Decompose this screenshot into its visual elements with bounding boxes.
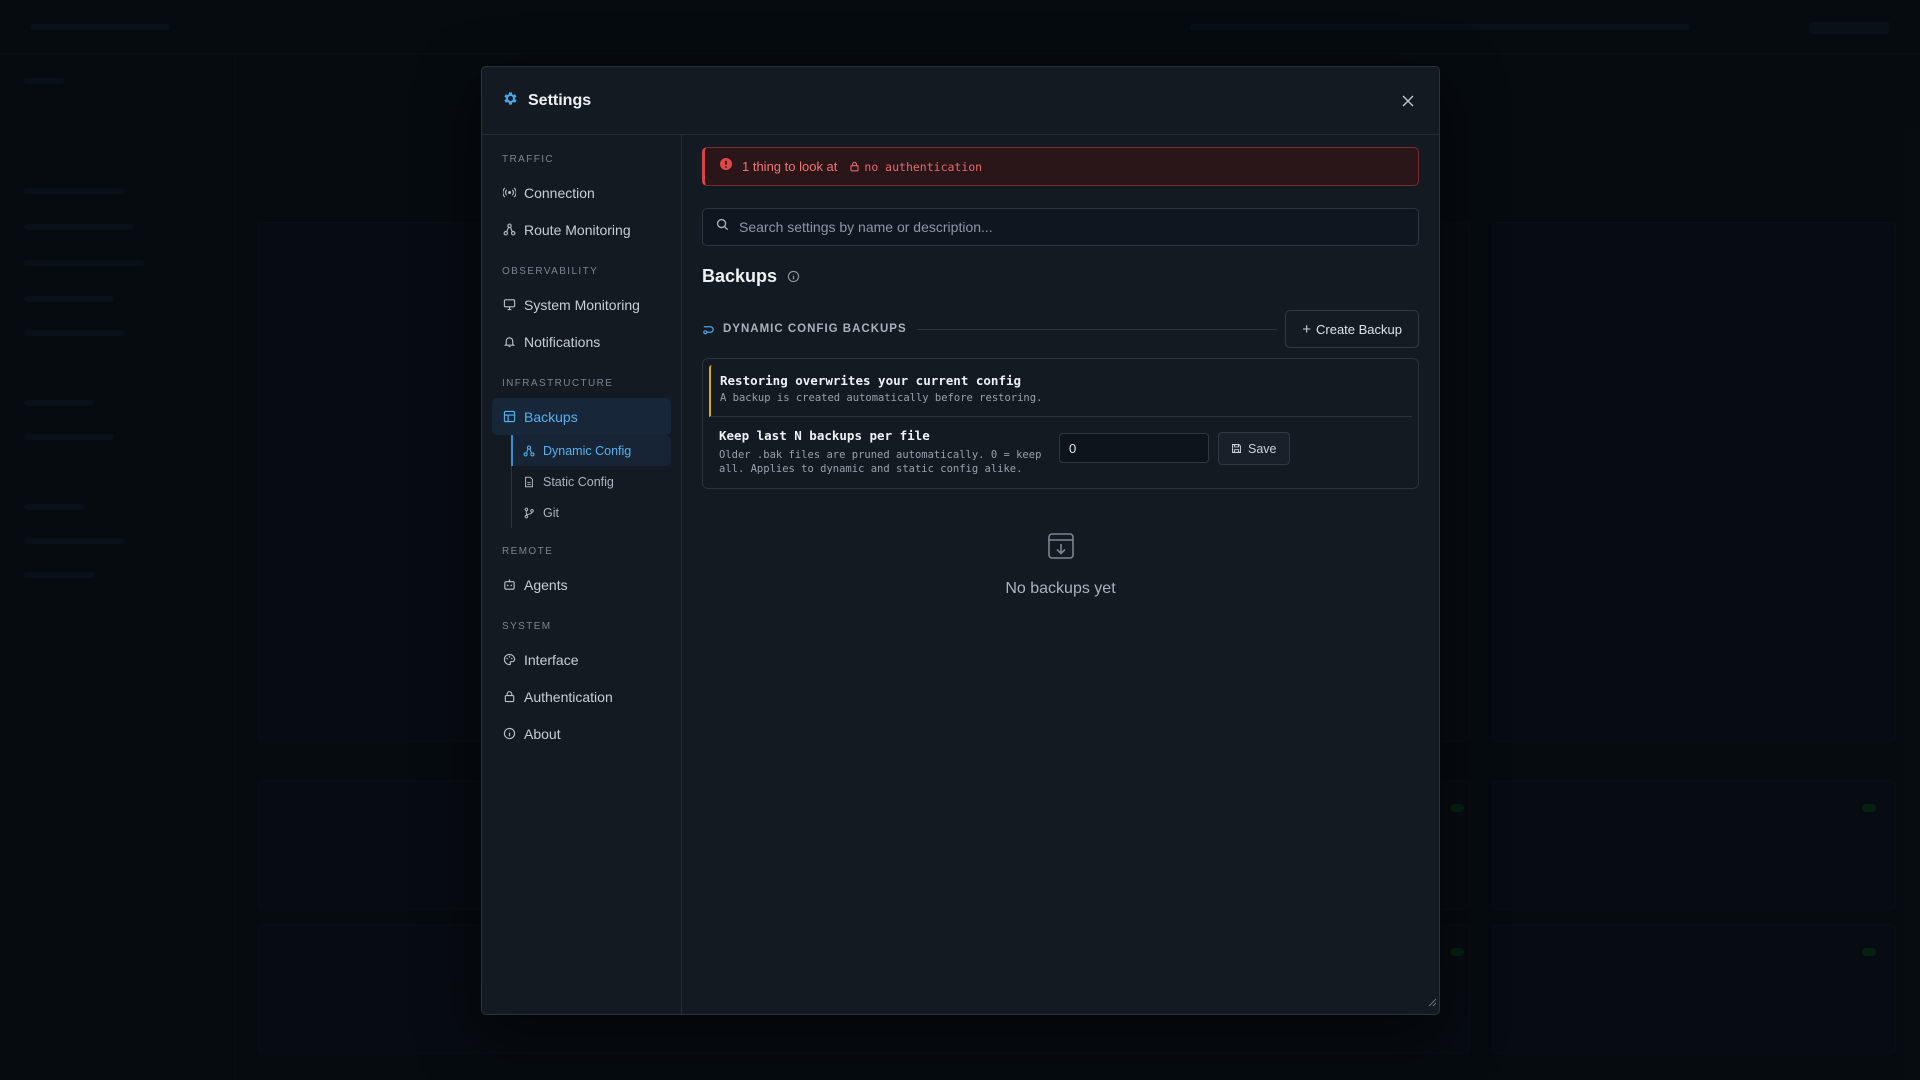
- git-branch-icon: [523, 507, 535, 519]
- nav-section-infrastructure: INFRASTRUCTURE: [502, 378, 614, 389]
- nav-subitem-static-config[interactable]: Static Config: [512, 466, 671, 497]
- settings-modal: Settings TRAFFIC Connection Route Monito…: [481, 66, 1440, 1015]
- resize-handle[interactable]: [1427, 994, 1437, 1012]
- backup-icon: [502, 410, 516, 424]
- info-icon: [502, 727, 516, 741]
- nav-item-connection[interactable]: Connection: [492, 174, 671, 211]
- setting-name: Keep last N backups per file: [719, 428, 930, 443]
- create-backup-button[interactable]: + Create Backup: [1285, 310, 1419, 348]
- empty-state: No backups yet: [682, 531, 1439, 598]
- keep-backups-setting: Keep last N backups per file Older .bak …: [709, 417, 1412, 476]
- palette-icon: [502, 653, 516, 667]
- gear-icon: [502, 90, 519, 112]
- setting-description: Older .bak files are pruned automaticall…: [719, 449, 1042, 475]
- nav-item-interface[interactable]: Interface: [492, 641, 671, 678]
- section-label: DYNAMIC CONFIG BACKUPS: [723, 323, 907, 335]
- create-backup-label: Create Backup: [1316, 321, 1402, 337]
- security-alert[interactable]: 1 thing to look at no authentication: [702, 147, 1419, 186]
- save-icon: [1231, 443, 1242, 454]
- nav-subitem-label: Dynamic Config: [543, 443, 632, 458]
- info-icon[interactable]: [787, 270, 800, 283]
- empty-state-text: No backups yet: [1005, 580, 1116, 597]
- plus-icon: +: [1302, 320, 1311, 338]
- nav-item-backups[interactable]: Backups: [492, 398, 671, 435]
- alert-tag-label: no authentication: [864, 159, 983, 174]
- route-icon: [502, 223, 516, 237]
- archive-download-icon: [1046, 531, 1076, 566]
- alert-circle-icon: [719, 157, 733, 176]
- nav-section-traffic: TRAFFIC: [502, 154, 555, 165]
- save-button[interactable]: Save: [1218, 432, 1290, 465]
- modal-title: Settings: [528, 91, 592, 109]
- restore-warning: Restoring overwrites your current config…: [709, 365, 1412, 417]
- route-icon: [702, 323, 715, 336]
- search-input[interactable]: [739, 219, 1418, 235]
- nav-subitem-label: Git: [543, 505, 559, 520]
- monitor-icon: [502, 298, 516, 312]
- nav-item-label: About: [524, 725, 561, 742]
- backup-settings-card: Restoring overwrites your current config…: [702, 358, 1419, 489]
- nav-item-agents[interactable]: Agents: [492, 566, 671, 603]
- keep-backups-input[interactable]: [1059, 433, 1209, 463]
- lock-icon: [849, 161, 860, 172]
- settings-content: 1 thing to look at no authentication Bac…: [682, 135, 1439, 1014]
- nav-item-label: System Monitoring: [524, 296, 640, 313]
- lock-icon: [502, 690, 516, 704]
- nav-item-label: Route Monitoring: [524, 221, 631, 238]
- nav-item-label: Agents: [524, 576, 568, 593]
- section-header: DYNAMIC CONFIG BACKUPS + Create Backup: [702, 310, 1419, 348]
- nav-item-authentication[interactable]: Authentication: [492, 678, 671, 715]
- nav-item-system-monitoring[interactable]: System Monitoring: [492, 286, 671, 323]
- close-icon: [1402, 95, 1414, 107]
- file-icon: [523, 476, 535, 488]
- nav-item-label: Notifications: [524, 333, 601, 350]
- nav-item-label: Authentication: [524, 688, 613, 705]
- nav-section-remote: REMOTE: [502, 546, 554, 557]
- nav-section-system: SYSTEM: [502, 621, 552, 632]
- save-label: Save: [1248, 441, 1277, 456]
- modal-header: Settings: [482, 67, 1439, 135]
- agent-icon: [502, 578, 516, 592]
- page-title: Backups: [702, 265, 778, 286]
- warning-subtitle: A backup is created automatically before…: [720, 392, 1043, 404]
- nav-item-notifications[interactable]: Notifications: [492, 323, 671, 360]
- nav-subitem-label: Static Config: [543, 474, 614, 489]
- nav-item-route-monitoring[interactable]: Route Monitoring: [492, 211, 671, 248]
- nav-section-observability: OBSERVABILITY: [502, 266, 599, 277]
- settings-nav: TRAFFIC Connection Route Monitoring OBSE…: [482, 135, 682, 1014]
- bell-icon: [502, 335, 516, 349]
- close-button[interactable]: [1399, 92, 1417, 110]
- page-title-row: Backups: [702, 265, 1419, 287]
- section-divider: [916, 328, 1278, 330]
- backups-submenu: Dynamic Config Static Config Git: [511, 435, 671, 528]
- nav-subitem-git[interactable]: Git: [512, 497, 671, 528]
- search-icon: [716, 218, 729, 236]
- nav-item-about[interactable]: About: [492, 715, 671, 752]
- nav-subitem-dynamic-config[interactable]: Dynamic Config: [511, 435, 671, 466]
- broadcast-icon: [502, 186, 516, 200]
- warning-title: Restoring overwrites your current config: [720, 373, 1022, 388]
- route-icon: [523, 445, 535, 457]
- nav-item-label: Backups: [524, 408, 578, 425]
- settings-search: [702, 208, 1419, 246]
- alert-text: 1 thing to look at: [742, 159, 838, 174]
- alert-tag[interactable]: no authentication: [849, 160, 982, 174]
- nav-item-label: Connection: [524, 184, 595, 201]
- nav-item-label: Interface: [524, 651, 579, 668]
